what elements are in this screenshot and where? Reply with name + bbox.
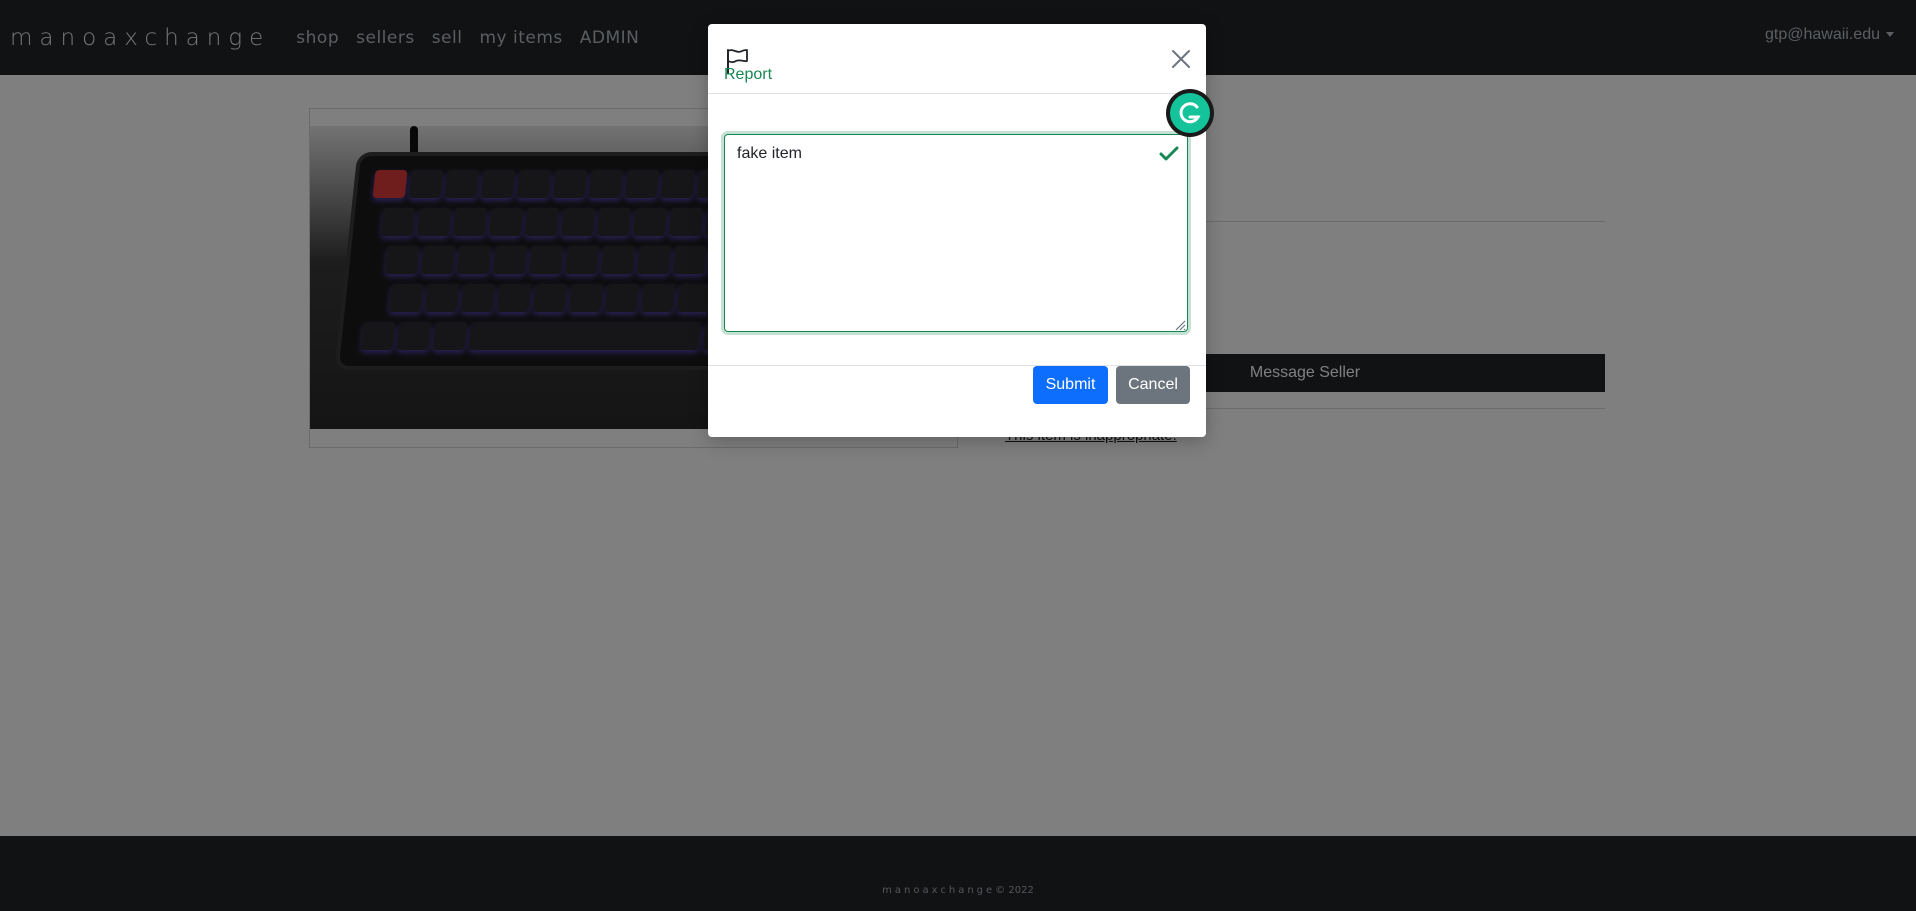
- close-icon[interactable]: [1171, 49, 1191, 69]
- grammarly-g-icon: [1179, 102, 1201, 124]
- submit-button[interactable]: Submit: [1033, 366, 1108, 404]
- report-textarea[interactable]: fake item: [724, 134, 1188, 332]
- grammarly-icon[interactable]: [1170, 93, 1210, 133]
- cancel-button[interactable]: Cancel: [1116, 366, 1190, 404]
- report-field-label: Report: [724, 66, 773, 83]
- modal-header: [708, 24, 1206, 94]
- check-icon: [1159, 146, 1179, 161]
- resize-handle-icon[interactable]: [1174, 319, 1186, 331]
- report-modal: Report fake item Submit Cancel: [708, 24, 1210, 437]
